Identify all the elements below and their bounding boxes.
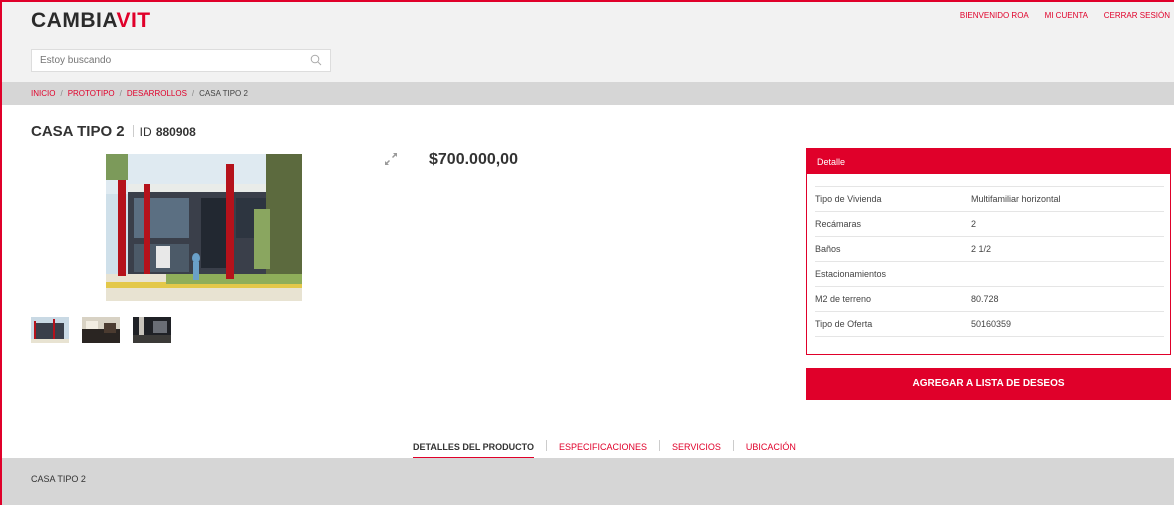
table-row: M2 de terreno 80.728 [815,286,1164,312]
breadcrumb-current: CASA TIPO 2 [199,89,248,98]
search-icon[interactable] [310,54,322,66]
detail-label: Estacionamientos [815,261,971,287]
detail-heading: Detalle [807,149,1170,174]
detail-value: 2 [971,211,1164,237]
table-row: Tipo de Oferta 50160359 [815,311,1164,337]
my-account-link[interactable]: MI CUENTA [1045,11,1088,20]
table-row: Baños 2 1/2 [815,236,1164,262]
product-id-label: ID [139,125,152,139]
logo-text: CAMBIA [31,9,117,32]
detail-label: M2 de terreno [815,286,971,312]
breadcrumb-home[interactable]: INICIO [31,89,55,98]
thumbnail-1[interactable] [31,317,69,343]
welcome-link[interactable]: BIENVENIDO ROA [960,11,1028,20]
tab-divider [546,440,548,451]
house-rendering-image [106,154,302,301]
logo[interactable]: CAMBIAVIT [31,9,151,33]
tab-divider [732,440,734,451]
detail-value: 2 1/2 [971,236,1164,262]
page-title: CASA TIPO 2 ID 880908 [31,123,196,140]
logo-accent-text: VIT [116,9,151,32]
detail-value [971,261,1164,287]
breadcrumb-separator: / [60,89,63,98]
detail-label: Tipo de Vivienda [815,186,971,212]
tab-divider [659,440,661,451]
tab-services[interactable]: SERVICIOS [672,442,721,457]
thumbnail-3[interactable] [133,317,171,343]
detail-panel: Detalle Tipo de Vivienda Multifamiliar ho… [806,148,1171,355]
expand-icon[interactable] [383,151,399,167]
breadcrumb-separator: / [119,89,122,98]
logout-link[interactable]: CERRAR SESIÓN [1104,11,1170,20]
thumbnail-image [31,317,69,343]
table-row: Recámaras 2 [815,211,1164,237]
breadcrumb-prototipo[interactable]: PROTOTIPO [68,89,115,98]
product-id-value: 880908 [155,125,196,139]
tab-specifications[interactable]: ESPECIFICACIONES [559,442,647,457]
tab-product-details[interactable]: DETALLES DEL PRODUCTO [413,442,535,459]
detail-value: 50160359 [971,311,1164,337]
site-header: CAMBIAVIT BIENVENIDO ROA MI CUENTA CERRA… [0,0,1174,82]
thumbnail-image [82,317,120,343]
table-row: Estacionamientos [815,261,1164,287]
detail-table: Tipo de Vivienda Multifamiliar horizontal… [815,186,1164,337]
product-price: $700.000,00 [429,151,518,168]
search-box [31,49,331,72]
detail-label: Recámaras [815,211,971,237]
detail-value: 80.728 [971,286,1164,312]
add-to-wishlist-button[interactable]: AGREGAR A LISTA DE DESEOS [806,368,1171,400]
thumbnail-image [133,317,171,343]
breadcrumb: INICIO / PROTOTIPO / DESARROLLOS / CASA TIPO 2 [31,89,248,98]
tab-content-panel: CASA TIPO 2 [0,458,1174,505]
table-row: Tipo de Vivienda Multifamiliar horizontal [815,186,1164,212]
breadcrumb-separator: / [191,89,195,98]
detail-label: Tipo de Oferta [815,311,971,337]
product-title: CASA TIPO 2 [31,123,125,140]
tab-location[interactable]: UBICACIÓN [746,442,796,457]
detail-value: Multifamiliar horizontal [971,186,1164,212]
product-tabs: DETALLES DEL PRODUCTO ESPECIFICACIONES SER… [413,440,796,459]
tab-content-text: CASA TIPO 2 [31,474,86,484]
product-main-image[interactable] [106,154,302,301]
thumbnail-2[interactable] [82,317,120,343]
detail-label: Baños [815,236,971,262]
account-links: BIENVENIDO ROA MI CUENTA CERRAR SESIÓN [946,11,1170,20]
breadcrumb-bar: INICIO / PROTOTIPO / DESARROLLOS / CASA TIPO 2 [0,82,1174,105]
search-input[interactable] [32,50,292,71]
breadcrumb-desarrollos[interactable]: DESARROLLOS [127,89,187,98]
title-divider [132,125,134,137]
